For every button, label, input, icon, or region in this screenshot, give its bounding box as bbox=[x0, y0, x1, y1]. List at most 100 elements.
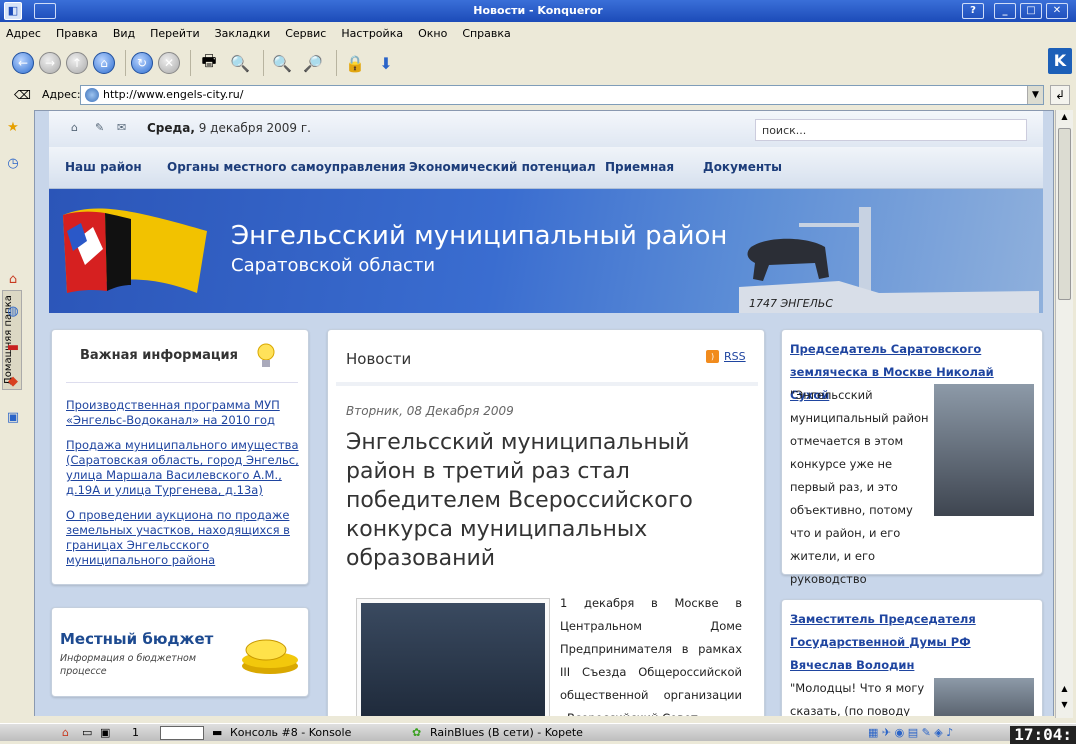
nav-local-government[interactable]: Органы местного самоуправления bbox=[167, 160, 406, 174]
site-nav: Наш район Органы местного самоуправления… bbox=[49, 147, 1043, 189]
pager-current-desktop[interactable] bbox=[160, 726, 204, 740]
home-icon[interactable]: ⌂ bbox=[71, 121, 78, 134]
back-icon[interactable]: ← bbox=[12, 52, 34, 74]
menu-window[interactable]: Окно bbox=[418, 27, 447, 40]
menu-go[interactable]: Перейти bbox=[150, 27, 200, 40]
search-icon[interactable]: ✎ bbox=[95, 121, 104, 134]
print-icon[interactable]: 🖶 bbox=[196, 50, 222, 76]
toolbar-separator bbox=[263, 50, 264, 76]
important-info-box: Важная информация Производственная прогр… bbox=[51, 329, 309, 585]
kopete-icon: ✿ bbox=[412, 726, 422, 739]
help-button[interactable]: ? bbox=[962, 3, 984, 19]
home-icon[interactable]: ⌂ bbox=[3, 270, 23, 290]
maximize-button[interactable]: □ bbox=[1020, 3, 1042, 19]
services-icon[interactable]: ◆ bbox=[3, 372, 23, 392]
menu-bookmarks[interactable]: Закладки bbox=[215, 27, 271, 40]
banner-subtitle: Саратовской области bbox=[231, 255, 436, 276]
task-konsole[interactable]: Консоль #8 - Konsole bbox=[230, 726, 351, 739]
zoom-out-icon[interactable]: 🔎 bbox=[300, 50, 326, 76]
nav-economic-potential[interactable]: Экономический потенциал bbox=[409, 160, 596, 174]
clock[interactable]: 17:04: bbox=[1010, 726, 1076, 744]
desktop-pager[interactable]: 1 bbox=[132, 726, 139, 739]
mail-icon[interactable]: ✉ bbox=[117, 121, 126, 134]
bull-monument-image: 1747 ЭНГЕЛЬС bbox=[739, 207, 1039, 313]
divider bbox=[66, 382, 298, 383]
menu-tools[interactable]: Сервис bbox=[285, 27, 326, 40]
devices-icon[interactable]: ▣ bbox=[3, 408, 23, 428]
reload-icon[interactable]: ↻ bbox=[131, 52, 153, 74]
quote-text: "Молодцы! Что я могу сказать, (по поводу bbox=[790, 681, 925, 718]
scroll-down-icon[interactable]: ▼ bbox=[1058, 700, 1071, 714]
rss-link[interactable]: RSS bbox=[724, 350, 746, 363]
gold-coins-icon bbox=[242, 639, 298, 674]
current-date: Среда, 9 декабря 2009 г. bbox=[147, 121, 311, 135]
site-search-input[interactable]: поиск... bbox=[755, 119, 1027, 141]
window-title: Новости - Konqueror bbox=[473, 4, 603, 17]
site-banner: Энгельсский муниципальный район Саратовс… bbox=[49, 189, 1043, 313]
security-lock-icon[interactable]: 🔒 bbox=[342, 50, 368, 76]
zoom-in-icon[interactable]: 🔍 bbox=[269, 50, 295, 76]
minimize-button[interactable]: _ bbox=[994, 3, 1016, 19]
network-globe-icon[interactable]: ◍ bbox=[3, 302, 23, 322]
local-budget-heading[interactable]: Местный бюджет bbox=[60, 630, 213, 648]
important-info-heading: Важная информация bbox=[80, 348, 238, 363]
location-toolbar: ⌫ Адрес: http://www.engels-city.ru/ ▼ bbox=[0, 82, 1076, 108]
menu-edit[interactable]: Правка bbox=[56, 27, 98, 40]
web-page-viewport: ⌂ ✎ ✉ Среда, 9 декабря 2009 г. поиск... … bbox=[34, 110, 1054, 718]
quote-title-link[interactable]: Заместитель Председателя Государственной… bbox=[790, 608, 1030, 677]
menu-address[interactable]: Адрес bbox=[6, 27, 41, 40]
menu-help[interactable]: Справка bbox=[462, 27, 510, 40]
terminal-icon[interactable]: ▭ bbox=[82, 726, 92, 739]
home-icon[interactable]: ⌂ bbox=[62, 726, 69, 739]
date-weekday: Среда, bbox=[147, 121, 195, 135]
quote-box-sukhoi: Председатель Саратовского земляческа в М… bbox=[781, 329, 1043, 632]
local-budget-box[interactable]: Местный бюджет Информация о бюджетном пр… bbox=[51, 607, 309, 697]
kde-taskbar: ⌂ ▭ ▣ 1 ▬ Консоль #8 - Konsole ✿ RainBlu… bbox=[0, 723, 1076, 744]
local-budget-subtitle: Информация о бюджетном процессе bbox=[60, 653, 197, 677]
site-favicon-icon bbox=[85, 88, 99, 102]
chevron-down-icon[interactable]: ▼ bbox=[1027, 86, 1043, 104]
go-button[interactable]: ↲ bbox=[1050, 85, 1070, 105]
task-kopete[interactable]: RainBlues (В сети) - Kopete bbox=[430, 726, 583, 739]
forward-icon[interactable]: → bbox=[39, 52, 61, 74]
important-link-water-program[interactable]: Производственная программа МУП «Энгельс-… bbox=[66, 398, 302, 428]
home-icon[interactable]: ⌂ bbox=[93, 52, 115, 74]
clear-location-icon[interactable]: ⌫ bbox=[14, 88, 31, 102]
person-photo bbox=[934, 678, 1034, 717]
menu-settings[interactable]: Настройка bbox=[341, 27, 403, 40]
nav-documents[interactable]: Документы bbox=[703, 160, 782, 174]
bookmarks-star-icon[interactable]: ★ bbox=[3, 118, 23, 138]
news-text: 1 декабря в Москве в Центральном Доме Пр… bbox=[560, 596, 742, 718]
nav-our-district[interactable]: Наш район bbox=[65, 160, 142, 174]
tray-icons[interactable]: ▦ ✈ ◉ ▤ ✎ ◈ ♪ bbox=[868, 726, 953, 739]
news-box: Новости ) RSS Вторник, 08 Декабря 2009 Э… bbox=[327, 329, 765, 718]
close-button[interactable]: ✕ bbox=[1046, 3, 1068, 19]
toolbar-separator bbox=[336, 50, 337, 76]
toolbar-separator bbox=[125, 50, 126, 76]
news-title[interactable]: Энгельсский муниципальный район в третий… bbox=[346, 428, 746, 573]
news-heading: Новости bbox=[346, 350, 412, 368]
important-link-property-sale[interactable]: Продажа муниципального имущества (Сарато… bbox=[66, 438, 302, 498]
menu-view[interactable]: Вид bbox=[113, 27, 135, 40]
address-input[interactable]: http://www.engels-city.ru/ ▼ bbox=[80, 85, 1044, 105]
nav-reception[interactable]: Приемная bbox=[605, 160, 674, 174]
engels-flag-logo bbox=[63, 208, 207, 293]
address-label: Адрес: bbox=[42, 88, 81, 101]
menu-bar: Адрес Правка Вид Перейти Закладки Сервис… bbox=[0, 22, 1076, 44]
stop-icon[interactable]: ✕ bbox=[158, 52, 180, 74]
scroll-up-icon[interactable]: ▲ bbox=[1058, 684, 1071, 698]
banner-title: Энгельсский муниципальный район bbox=[231, 221, 728, 251]
scrollbar-thumb[interactable] bbox=[1058, 128, 1071, 300]
vertical-scrollbar[interactable]: ▲ ▲ ▼ bbox=[1055, 110, 1073, 718]
download-icon[interactable]: ⬇ bbox=[373, 50, 399, 76]
find-icon[interactable]: 🔍 bbox=[227, 50, 253, 76]
desktop-icon[interactable]: ▣ bbox=[100, 726, 110, 739]
rss-icon[interactable]: ) bbox=[706, 350, 719, 363]
news-photo[interactable] bbox=[356, 598, 550, 717]
award-ceremony-image bbox=[361, 603, 545, 717]
scroll-up-icon[interactable]: ▲ bbox=[1058, 112, 1071, 126]
history-clock-icon[interactable]: ◷ bbox=[3, 154, 23, 174]
up-icon[interactable]: ↑ bbox=[66, 52, 88, 74]
folder-icon[interactable]: ▬ bbox=[3, 338, 23, 358]
important-link-land-auction[interactable]: О проведении аукциона по продаже земельн… bbox=[66, 508, 302, 568]
